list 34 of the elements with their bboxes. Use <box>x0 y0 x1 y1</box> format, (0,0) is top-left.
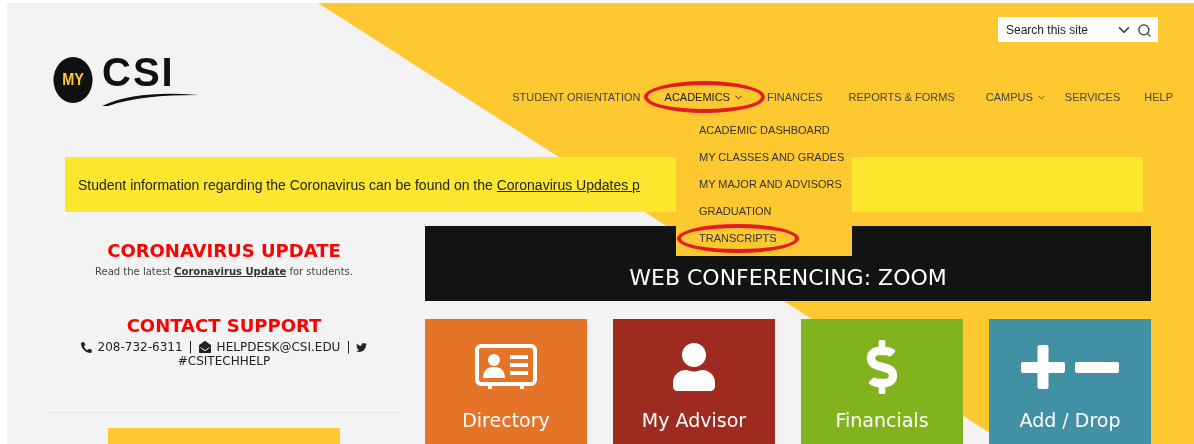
link-tile[interactable]: My Advisor <box>613 319 775 444</box>
plus-minus-icon <box>1021 345 1119 389</box>
link-tile[interactable]: Add / Drop <box>989 319 1151 444</box>
nav-link[interactable]: FINANCES <box>766 89 823 105</box>
phone-number: 208-732-6311 <box>97 340 183 354</box>
notice-text: Student information regarding the Coronavirus can be found on the Coronavirus Updates p <box>78 176 640 193</box>
separator: | <box>346 340 351 354</box>
search-field[interactable]: Search this site <box>998 17 1158 42</box>
menu-item[interactable]: MY CLASSES AND GRADES <box>699 150 845 165</box>
menu-item[interactable]: ACADEMIC DASHBOARD <box>699 123 830 138</box>
update-link[interactable]: Coronavirus Update <box>174 266 287 277</box>
email-link[interactable]: HELPDESK@CSI.EDU <box>216 340 341 354</box>
nav-link[interactable]: CAMPUS <box>985 89 1047 105</box>
notice-link[interactable]: Coronavirus Updates p <box>496 176 640 193</box>
hashtag-text: #CSITECHHELP <box>177 354 271 368</box>
bird-icon <box>356 341 368 353</box>
envelope-icon <box>198 341 211 353</box>
nav-link[interactable]: HELP <box>1144 89 1173 105</box>
menu-item[interactable]: GRADUATION <box>699 204 772 219</box>
nav-link[interactable]: SERVICES <box>1064 89 1121 105</box>
nav-link[interactable]: STUDENT ORIENTATION <box>512 89 641 105</box>
logo-badge: MY <box>53 57 93 103</box>
search-icon[interactable] <box>1137 22 1152 38</box>
phone-icon <box>80 341 92 353</box>
nav-link[interactable]: ACADEMICS <box>664 89 744 105</box>
nav-link[interactable]: REPORTS & FORMS <box>848 89 955 105</box>
section-title: CORONAVIRUS UPDATE <box>107 240 341 261</box>
person-icon <box>670 343 718 391</box>
menu-item[interactable]: TRANSCRIPTS <box>699 231 777 246</box>
section-title: CONTACT SUPPORT <box>126 315 322 336</box>
id-card-icon <box>474 343 538 391</box>
menu-item[interactable]: MY MAJOR AND ADVISORS <box>699 177 842 192</box>
separator: | <box>188 340 193 354</box>
update-text: Read the latest Coronavirus Update for students. <box>95 266 353 277</box>
